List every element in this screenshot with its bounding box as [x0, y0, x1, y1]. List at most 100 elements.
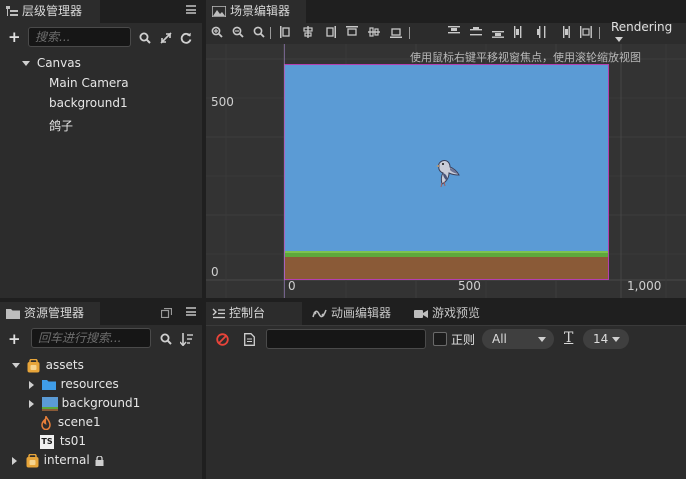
chevron-down-icon [615, 37, 623, 42]
scene-hint: 使用鼠标右键平移视窗焦点，使用滚轮缩放视图 [410, 51, 641, 64]
distribute-right-icon[interactable] [558, 26, 570, 38]
assets-title: 资源管理器 [24, 306, 85, 320]
expand-arrow-icon[interactable] [12, 363, 20, 368]
tree-node-label: Canvas [36, 56, 81, 70]
tab-game-preview-label: 游戏预览 [432, 306, 481, 320]
hierarchy-tab[interactable]: 层级管理器 [0, 0, 100, 23]
canvas-frame[interactable] [284, 64, 609, 280]
font-size-select[interactable]: 14 [583, 329, 629, 349]
database-icon [26, 453, 39, 467]
hierarchy-menu-icon[interactable] [186, 5, 196, 14]
tab-console[interactable]: 控制台 [206, 302, 302, 325]
font-size-value: 14 [593, 332, 609, 346]
toolbar-divider [599, 27, 600, 39]
search-icon[interactable] [139, 32, 151, 44]
asset-db-assets[interactable]: assets [12, 357, 84, 373]
scene-tab[interactable]: 场景编辑器 [206, 0, 306, 23]
distribute-vcenter-icon[interactable] [470, 26, 482, 38]
scene-viewport[interactable]: 使用鼠标右键平移视窗焦点，使用滚轮缩放视图 500 0 0 500 1,000 [206, 44, 686, 298]
video-camera-icon [414, 309, 428, 318]
rendering-dropdown[interactable]: Rendering [609, 19, 679, 43]
search-icon[interactable] [160, 333, 172, 345]
axis-label-x0: 0 [288, 279, 296, 293]
log-file-icon[interactable] [244, 333, 255, 346]
expand-arrow-icon[interactable] [29, 380, 34, 389]
console-tabbar: 控制台 动画编辑器 游戏预览 [206, 302, 686, 325]
tab-animation-editor[interactable]: 动画编辑器 [306, 302, 406, 325]
folder-icon [41, 380, 56, 390]
image-icon [212, 6, 226, 17]
log-level-value: All [492, 332, 507, 346]
tree-node-canvas[interactable]: Canvas [22, 55, 81, 71]
toolbar-divider [270, 27, 271, 39]
tab-game-preview[interactable]: 游戏预览 [408, 302, 498, 325]
tree-node-label: scene1 [57, 415, 101, 429]
maximize-icon[interactable] [161, 308, 172, 318]
tree-node-main-camera[interactable]: Main Camera [49, 75, 129, 91]
align-right-icon[interactable] [324, 26, 336, 38]
axis-label-y0: 0 [211, 265, 219, 279]
align-left-icon[interactable] [280, 26, 292, 38]
hierarchy-search-input[interactable]: 搜索... [28, 27, 131, 47]
console-icon [212, 308, 225, 319]
console-toolbar-separator [206, 325, 686, 326]
expand-arrow-icon[interactable] [29, 399, 34, 408]
distribute-width-icon[interactable] [580, 26, 592, 38]
tree-node-label: ts01 [59, 434, 87, 448]
tree-node-background1[interactable]: background1 [49, 95, 128, 111]
zoom-reset-icon[interactable] [253, 26, 265, 38]
refresh-icon[interactable] [180, 32, 192, 44]
regex-checkbox[interactable] [433, 332, 447, 346]
align-bottom-icon[interactable] [390, 26, 402, 38]
assets-search-input[interactable]: 回车进行搜索... [31, 328, 151, 348]
hierarchy-panel: 层级管理器 + 搜索... Canvas Main Camera backgro… [0, 0, 202, 298]
tree-node-label: Main Camera [49, 76, 129, 90]
sort-icon[interactable] [180, 332, 193, 346]
axis-label-x500: 500 [458, 279, 481, 293]
zoom-out-icon[interactable] [232, 26, 244, 38]
align-hcenter-icon[interactable] [302, 26, 314, 38]
hierarchy-tabbar: 层级管理器 [0, 0, 202, 23]
scene-fire-icon [41, 413, 51, 430]
lock-icon [95, 454, 104, 466]
canvas-left-line [284, 44, 285, 298]
pigeon-sprite[interactable] [432, 157, 462, 189]
collapse-all-icon[interactable] [160, 32, 172, 44]
align-vcenter-icon[interactable] [368, 26, 380, 38]
texture-thumbnail-icon [41, 396, 58, 411]
hierarchy-icon [6, 6, 18, 16]
animation-icon [312, 309, 327, 318]
distribute-left-icon[interactable] [514, 26, 526, 38]
zoom-in-icon[interactable] [211, 26, 223, 38]
background-dirt [285, 257, 608, 279]
scene-title: 场景编辑器 [230, 4, 291, 18]
log-level-select[interactable]: All [482, 329, 554, 349]
asset-scene-scene1[interactable]: scene1 [40, 413, 101, 430]
distribute-top-icon[interactable] [448, 26, 460, 38]
toolbar-divider [409, 27, 410, 39]
clear-console-icon[interactable] [216, 333, 229, 346]
distribute-hcenter-icon[interactable] [536, 26, 548, 38]
distribute-bottom-icon[interactable] [492, 26, 504, 38]
asset-script-ts01[interactable]: TS ts01 [40, 433, 86, 449]
assets-tab[interactable]: 资源管理器 [0, 302, 100, 325]
rendering-label: Rendering [611, 20, 673, 34]
asset-db-internal[interactable]: internal [12, 452, 104, 468]
console-filter-input[interactable] [266, 329, 426, 349]
tree-node-label: internal [43, 453, 90, 467]
expand-arrow-icon[interactable] [12, 456, 17, 465]
tree-node-pigeon[interactable]: 鸽子 [49, 118, 73, 134]
assets-add-button[interactable]: + [8, 332, 21, 347]
assets-tabbar: 资源管理器 [0, 302, 202, 325]
align-top-icon[interactable] [346, 26, 358, 38]
expand-arrow-icon[interactable] [22, 61, 30, 66]
asset-texture-background1[interactable]: background1 [29, 395, 140, 411]
tab-animation-label: 动画编辑器 [331, 306, 392, 320]
asset-folder-resources[interactable]: resources [29, 376, 119, 392]
background-grass [285, 251, 608, 257]
database-icon [27, 358, 40, 372]
hierarchy-add-button[interactable]: + [8, 30, 21, 45]
chevron-down-icon [612, 337, 620, 342]
axis-label-y500: 500 [211, 95, 234, 109]
assets-menu-icon[interactable] [186, 307, 196, 316]
